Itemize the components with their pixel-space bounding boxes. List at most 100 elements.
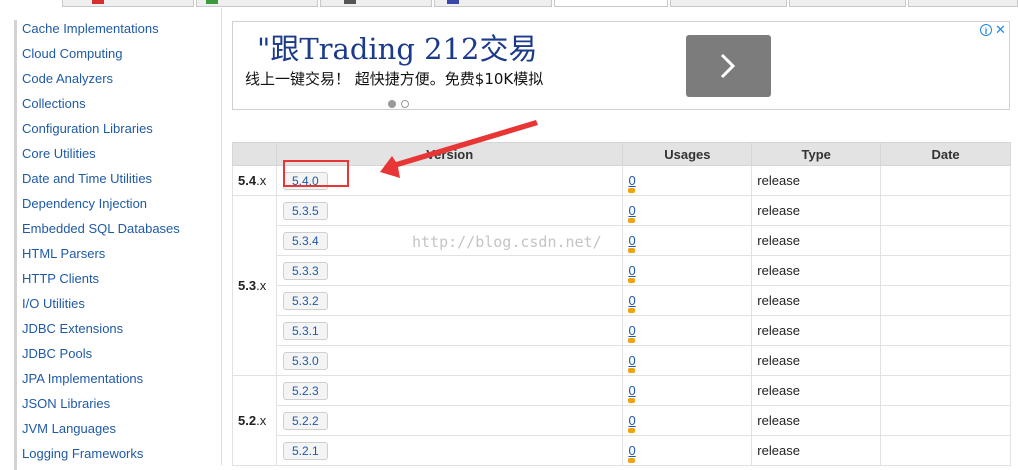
- versions-table: Version Usages Type Date 5.4.x 5.4.0 0 r…: [232, 142, 1011, 466]
- tab[interactable]: [62, 0, 194, 7]
- usages-cell: 0: [622, 285, 753, 316]
- tab[interactable]: [789, 0, 906, 7]
- version-link[interactable]: 5.2.2: [282, 411, 328, 430]
- browser-tab-strip: [0, 0, 1018, 8]
- version-link[interactable]: 5.3.0: [282, 351, 328, 370]
- type-cell: release: [751, 255, 882, 286]
- ad-subtitle[interactable]: 线上一键交易！ 超快捷方便。免费$10K模拟: [245, 68, 543, 89]
- date-cell: [880, 345, 1011, 376]
- major-version-cell: 5.4.x: [232, 165, 277, 196]
- usages-link[interactable]: 0: [628, 384, 636, 403]
- category-link[interactable]: JSON Libraries: [14, 395, 180, 420]
- table-row: 5.2.x 5.2.3 0 release: [232, 375, 1011, 466]
- usage-bar: [628, 308, 636, 313]
- usages-cell: 0: [622, 315, 753, 346]
- category-link[interactable]: JPA Implementations: [14, 370, 180, 395]
- watermark-text: http://blog.csdn.net/: [412, 233, 602, 251]
- usages-link[interactable]: 0: [628, 324, 636, 343]
- category-sidebar: Cache Implementations Cloud Computing Co…: [0, 8, 222, 470]
- usage-bar: [628, 218, 636, 223]
- category-link[interactable]: Core Utilities: [14, 145, 180, 170]
- type-cell: release: [751, 405, 882, 436]
- table-row: 5.3.2 0 release: [233, 285, 1011, 316]
- category-link[interactable]: Collections: [14, 95, 180, 120]
- category-link[interactable]: Logging Frameworks: [14, 445, 180, 470]
- date-cell: [880, 435, 1011, 466]
- type-cell: release: [751, 315, 882, 346]
- category-list: Cache Implementations Cloud Computing Co…: [14, 20, 180, 470]
- usages-cell: 0: [622, 225, 753, 256]
- tab-icon: [206, 0, 218, 4]
- usage-bar: [628, 188, 636, 193]
- table-row: 5.2.1 0 release: [233, 435, 1011, 466]
- category-link[interactable]: Date and Time Utilities: [14, 170, 180, 195]
- tab[interactable]: [320, 0, 432, 7]
- table-row: 5.3.1 0 release: [233, 315, 1011, 346]
- usages-link[interactable]: 0: [628, 174, 636, 193]
- date-cell: [880, 225, 1011, 256]
- tab-active[interactable]: [554, 0, 668, 7]
- category-link[interactable]: Embedded SQL Databases: [14, 220, 180, 245]
- usages-link[interactable]: 0: [628, 354, 636, 373]
- usages-link[interactable]: 0: [628, 294, 636, 313]
- category-link[interactable]: JVM Languages: [14, 420, 180, 445]
- category-link[interactable]: Configuration Libraries: [14, 120, 180, 145]
- category-link[interactable]: Code Analyzers: [14, 70, 180, 95]
- version-link[interactable]: 5.3.1: [282, 321, 328, 340]
- date-cell: [880, 195, 1011, 226]
- ad-carousel-dots: [388, 95, 414, 113]
- highlight-box: [283, 160, 349, 187]
- category-link[interactable]: Cache Implementations: [14, 20, 180, 45]
- date-cell: [880, 405, 1011, 436]
- date-cell: [880, 255, 1011, 286]
- tab[interactable]: [908, 0, 1018, 7]
- category-link[interactable]: HTTP Clients: [14, 270, 180, 295]
- category-link[interactable]: JDBC Pools: [14, 345, 180, 370]
- category-link[interactable]: Cloud Computing: [14, 45, 180, 70]
- usages-link[interactable]: 0: [628, 204, 636, 223]
- ad-title[interactable]: "跟Trading 212交易: [257, 26, 538, 68]
- table-header-row: Version Usages Type Date: [232, 142, 1011, 166]
- table-row: 5.4.x 5.4.0 0 release: [232, 165, 1011, 196]
- usages-link[interactable]: 0: [628, 444, 636, 463]
- category-link[interactable]: HTML Parsers: [14, 245, 180, 270]
- tab[interactable]: [670, 0, 787, 7]
- usages-cell: 0: [622, 345, 753, 376]
- tab-icon: [447, 0, 459, 4]
- ad-next-button[interactable]: [686, 35, 771, 97]
- usage-bar: [628, 248, 636, 253]
- version-link[interactable]: 5.3.5: [282, 201, 328, 220]
- date-cell: [880, 285, 1011, 316]
- usage-bar: [628, 278, 636, 283]
- usage-bar: [628, 428, 636, 433]
- usage-bar: [628, 398, 636, 403]
- type-cell: release: [751, 375, 882, 406]
- category-link[interactable]: I/O Utilities: [14, 295, 180, 320]
- category-link[interactable]: Dependency Injection: [14, 195, 180, 220]
- table-row: 5.3.0 0 release: [233, 345, 1011, 376]
- usages-cell: 0: [622, 435, 753, 466]
- usages-link[interactable]: 0: [628, 234, 636, 253]
- advertisement-banner[interactable]: "跟Trading 212交易 线上一键交易！ 超快捷方便。免费$10K模拟 i…: [232, 21, 1010, 110]
- usage-bar: [628, 338, 636, 343]
- usages-link[interactable]: 0: [628, 264, 636, 283]
- tab-icon: [92, 0, 104, 4]
- carousel-dot[interactable]: [401, 100, 409, 108]
- version-link[interactable]: 5.2.3: [282, 381, 328, 400]
- version-link[interactable]: 5.3.3: [282, 261, 328, 280]
- version-cell: 5.2.3: [275, 375, 624, 406]
- category-link[interactable]: JDBC Extensions: [14, 320, 180, 345]
- version-cell: 5.2.1: [275, 435, 624, 466]
- version-link[interactable]: 5.3.4: [282, 231, 328, 250]
- major-version-cell: 5.3.x: [232, 195, 277, 376]
- usage-bar: [628, 458, 636, 463]
- info-icon[interactable]: i: [980, 24, 992, 36]
- usages-cell: 0: [622, 195, 753, 226]
- type-cell: release: [751, 285, 882, 316]
- table-row: 5.3.x 5.3.5 0 release: [232, 195, 1011, 376]
- version-link[interactable]: 5.2.1: [282, 441, 328, 460]
- close-icon[interactable]: ✕: [995, 22, 1006, 38]
- carousel-dot-active[interactable]: [388, 100, 396, 108]
- version-link[interactable]: 5.3.2: [282, 291, 328, 310]
- usages-link[interactable]: 0: [628, 414, 636, 433]
